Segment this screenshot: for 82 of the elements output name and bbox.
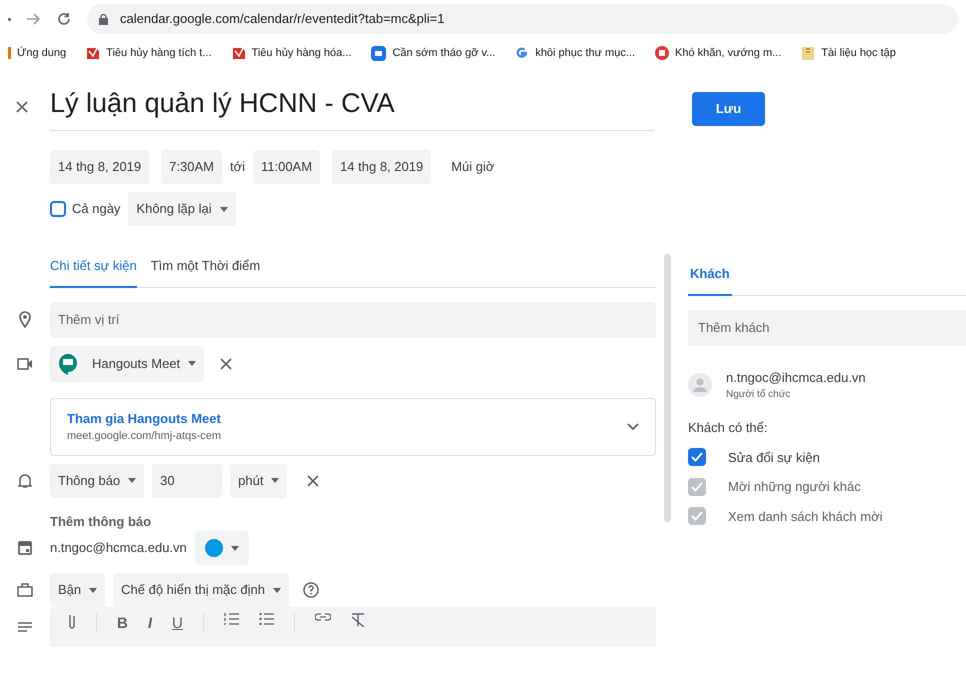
caret-icon	[230, 546, 239, 550]
back-icon[interactable]	[8, 18, 11, 20]
checkbox[interactable]	[50, 201, 66, 217]
bookmark[interactable]: khôi phục thư mục...	[535, 44, 635, 62]
close-icon	[16, 101, 28, 113]
numbered-list-icon[interactable]	[224, 613, 239, 625]
remove-button[interactable]	[307, 474, 320, 486]
add-guests-field[interactable]: Thêm khách	[688, 310, 966, 346]
clear-formatting-icon[interactable]	[350, 613, 365, 627]
bookmark[interactable]: Cần sớm tháo gỡ v...	[392, 44, 496, 62]
video-camera-icon	[17, 358, 33, 370]
close-icon	[307, 474, 320, 486]
caret-icon	[128, 478, 136, 483]
checkbox[interactable]	[688, 448, 706, 466]
avatar-icon	[688, 372, 712, 397]
remove-button[interactable]	[220, 358, 232, 370]
guest-email: n.tngoc@ihcmca.edu.vn	[726, 368, 866, 387]
start-time-field[interactable]: 7:30AM	[161, 150, 222, 184]
chat-bubble-icon	[58, 352, 78, 374]
caret-icon	[220, 206, 228, 212]
minutes-field[interactable]: 30	[152, 464, 222, 498]
tab[interactable]: Tìm một Thời điểm	[150, 256, 260, 288]
bulleted-list-icon[interactable]	[258, 613, 274, 625]
permission-label: Sửa đổi sự kiện	[728, 448, 820, 466]
bookmark[interactable]: Khó khăn, vướng m...	[675, 44, 782, 62]
briefcase-icon	[17, 583, 33, 597]
guests-tab[interactable]: Khách	[688, 264, 732, 296]
end-date-field[interactable]: 14 thg 8, 2019	[332, 150, 432, 184]
save-button[interactable]: Lưu	[692, 92, 765, 126]
calendar-owner: n.tngoc@hcmca.edu.vn	[50, 539, 187, 558]
caret-icon	[188, 361, 196, 366]
notification-type-dropdown[interactable]: Thông báo	[50, 464, 144, 498]
forward-icon[interactable]	[27, 13, 41, 25]
unit-dropdown[interactable]: phút	[230, 464, 288, 498]
permission-label: Xem danh sách khách mời	[728, 508, 882, 526]
description-icon	[18, 622, 32, 632]
caret-icon	[271, 478, 280, 483]
guest-role: Người tổ chức	[726, 388, 792, 402]
close-icon	[220, 358, 232, 370]
location-pin-icon	[19, 311, 31, 328]
meet-url: meet.google.com/hmj-atqs-cem	[67, 429, 222, 444]
bookmark[interactable]: Tiêu hủy hàng tích t...	[106, 44, 212, 62]
site-icon	[371, 46, 386, 60]
join-link[interactable]: Tham gia Hangouts Meet	[67, 408, 222, 428]
tab[interactable]: Chi tiết sự kiện	[50, 256, 137, 288]
italic-button[interactable]: I	[148, 613, 152, 636]
underline-button[interactable]: U	[172, 613, 183, 636]
color-dropdown[interactable]	[194, 531, 249, 565]
link-icon[interactable]	[314, 613, 331, 621]
chevron-down-icon[interactable]	[627, 422, 639, 430]
repeat-dropdown[interactable]: Không lặp lại	[128, 192, 236, 226]
bookmark[interactable]: Tiêu hủy hàng hóa...	[252, 44, 352, 62]
bell-icon	[18, 472, 32, 488]
caret-icon	[89, 588, 98, 592]
apps-icon	[8, 47, 11, 59]
document-icon	[86, 46, 100, 60]
conference-dropdown[interactable]: Hangouts Meet	[50, 346, 204, 382]
address-bar[interactable]: calendar.google.com/calendar/r/eventedit?tab=mc&pli=1	[87, 4, 958, 34]
visibility-dropdown[interactable]: Chế độ hiển thị mặc định	[113, 573, 289, 607]
start-date-field[interactable]: 14 thg 8, 2019	[50, 150, 150, 184]
attachment-icon[interactable]	[68, 613, 76, 629]
all-day-label: Cả ngày	[72, 200, 120, 218]
document-icon	[232, 46, 246, 60]
add-notification-button[interactable]: Thêm thông báo	[50, 512, 152, 531]
bookmark[interactable]: Tài liệu học tập	[821, 44, 896, 62]
bookmark[interactable]: Ứng dung	[17, 44, 66, 62]
timezone-button[interactable]: Múi giờ	[443, 157, 502, 177]
title-field[interactable]: Lý luận quản lý HCNN - CVA	[50, 83, 654, 131]
location-field[interactable]: Thêm vị trí	[50, 302, 656, 338]
to-label: tới	[230, 158, 245, 176]
scrollbar[interactable]	[664, 254, 671, 522]
reload-icon[interactable]	[57, 12, 71, 26]
folder-icon	[801, 46, 816, 60]
site-icon	[655, 46, 669, 60]
end-time-field[interactable]: 11:00AM	[252, 150, 320, 184]
permission-label: Mời những người khác	[728, 478, 861, 496]
status-dropdown[interactable]: Bận	[50, 573, 106, 607]
bold-button[interactable]: B	[117, 613, 128, 636]
help-icon[interactable]	[302, 582, 319, 598]
calendar-icon	[18, 541, 32, 555]
permissions-title: Khách có thể:	[688, 419, 768, 437]
caret-icon	[272, 588, 281, 592]
